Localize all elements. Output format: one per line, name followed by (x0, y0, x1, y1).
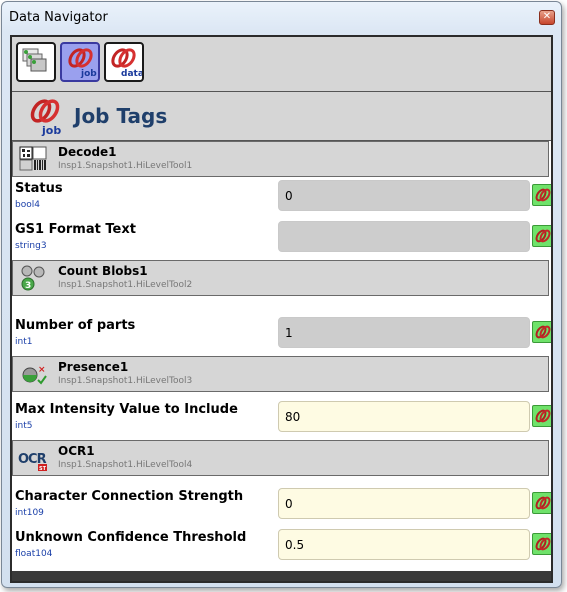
property-type: bool4 (15, 200, 40, 210)
property-type: int1 (15, 337, 33, 347)
link-button[interactable] (532, 321, 551, 343)
link-button[interactable] (532, 225, 551, 247)
link-button[interactable] (532, 405, 551, 427)
svg-text:data: data (121, 69, 142, 79)
link-button[interactable] (532, 184, 551, 206)
property-row-number-of-parts: Number of parts int1 1 (12, 315, 551, 353)
property-value-field: 0 (278, 180, 530, 211)
property-type: string3 (15, 241, 47, 251)
tool-path: Insp1.Snapshot1.HiLevelTool4 (58, 460, 193, 470)
images-button[interactable] (16, 42, 56, 82)
svg-text:job: job (80, 69, 97, 79)
tool-name: Presence1 (58, 360, 129, 374)
property-label: Unknown Confidence Threshold (15, 530, 247, 545)
job-tags-header: job Job Tags (12, 92, 551, 141)
link-icon (535, 188, 551, 202)
link-icon (535, 409, 551, 423)
close-icon: ✕ (542, 11, 552, 22)
property-row-max-intensity: Max Intensity Value to Include int5 80 (12, 399, 551, 437)
images-icon (22, 48, 47, 72)
tool-header-presence1[interactable]: × Presence1 Insp1.Snapshot1.HiLevelTool3 (12, 356, 549, 392)
property-label: Max Intensity Value to Include (15, 402, 238, 417)
link-button[interactable] (532, 533, 551, 555)
link-icon (535, 229, 551, 243)
navigator-panel: job data job Job Tags Decode1 Insp1.Snap… (10, 35, 553, 583)
status-bar (12, 571, 551, 581)
link-icon (535, 537, 551, 551)
link-icon (535, 325, 551, 339)
job-tags-title: Job Tags (74, 104, 168, 128)
svg-text:ST: ST (39, 466, 47, 472)
property-label: GS1 Format Text (15, 222, 136, 237)
toolbar: job data (12, 37, 551, 92)
job-tags-icon: job (30, 99, 61, 136)
ocr-icon: OCR ST (18, 452, 48, 472)
svg-text:×: × (38, 365, 46, 375)
job-link-icon: job (68, 48, 97, 79)
property-row-unknown-confidence-threshold: Unknown Confidence Threshold float104 0.… (12, 527, 551, 565)
title-bar: Data Navigator ✕ (2, 2, 561, 34)
window-title: Data Navigator (9, 10, 108, 25)
property-type: float104 (15, 549, 53, 559)
property-value-field: 1 (278, 317, 530, 348)
tool-header-ocr1[interactable]: OCR ST OCR1 Insp1.Snapshot1.HiLevelTool4 (12, 440, 549, 476)
svg-text:3: 3 (25, 281, 31, 291)
property-value-field (278, 221, 530, 252)
data-link-button[interactable]: data (104, 42, 144, 82)
property-value-input[interactable]: 80 (278, 401, 530, 432)
property-row-gs1-format-text: GS1 Format Text string3 (12, 219, 551, 257)
data-link-icon: data (111, 48, 144, 79)
barcode-icon (19, 146, 47, 171)
property-value-input[interactable]: 0.5 (278, 529, 530, 560)
tool-path: Insp1.Snapshot1.HiLevelTool1 (58, 161, 193, 171)
link-button[interactable] (532, 492, 551, 514)
tool-name: Decode1 (58, 145, 117, 159)
property-type: int109 (15, 508, 44, 518)
property-label: Character Connection Strength (15, 489, 244, 504)
blobs-icon: 3 (21, 265, 45, 291)
link-icon (535, 496, 551, 510)
data-navigator-window: Data Navigator ✕ job data job Job Tags D… (1, 1, 562, 588)
presence-icon: × (22, 365, 47, 385)
tool-header-decode1[interactable]: Decode1 Insp1.Snapshot1.HiLevelTool1 (12, 141, 549, 177)
property-label: Number of parts (15, 318, 136, 333)
tool-path: Insp1.Snapshot1.HiLevelTool3 (58, 376, 193, 386)
property-value-input[interactable]: 0 (278, 488, 530, 519)
tool-name: OCR1 (58, 444, 95, 458)
tool-name: Count Blobs1 (58, 264, 148, 278)
job-link-button[interactable]: job (60, 42, 100, 82)
svg-text:job: job (41, 124, 61, 136)
property-label: Status (15, 181, 63, 196)
close-button[interactable]: ✕ (539, 10, 555, 25)
property-type: int5 (15, 421, 33, 431)
property-row-character-connection-strength: Character Connection Strength int109 0 (12, 486, 551, 524)
tool-path: Insp1.Snapshot1.HiLevelTool2 (58, 280, 193, 290)
property-row-status: Status bool4 0 (12, 178, 551, 216)
tool-header-count-blobs1[interactable]: 3 Count Blobs1 Insp1.Snapshot1.HiLevelTo… (12, 260, 549, 296)
